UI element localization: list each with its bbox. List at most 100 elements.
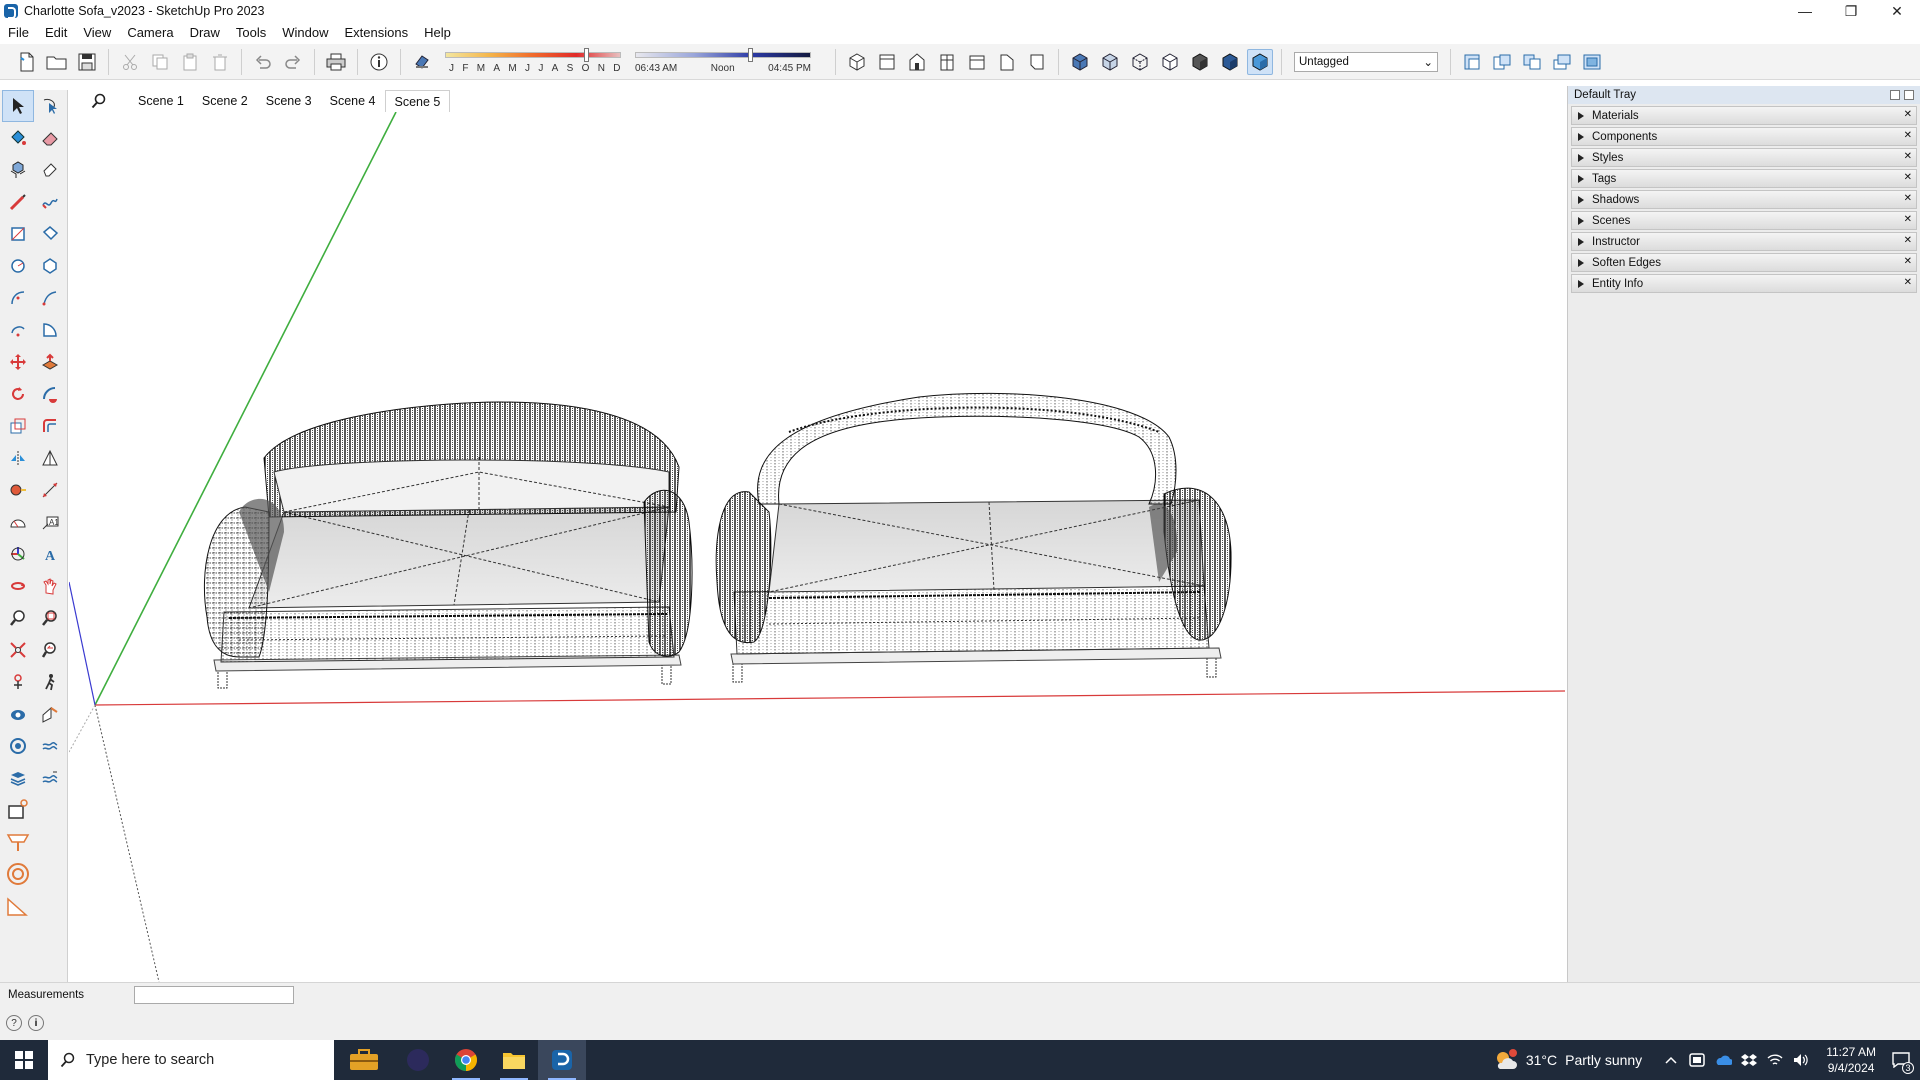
dropbox-icon[interactable] <box>1738 1049 1760 1071</box>
wireframe-style-icon[interactable] <box>1127 49 1153 75</box>
work-briefcase-icon[interactable] <box>334 1040 394 1080</box>
panel-shadows[interactable]: Shadows ✕ <box>1571 190 1917 209</box>
time-slider-thumb[interactable] <box>748 47 753 62</box>
hidden-line-style-icon[interactable] <box>1157 49 1183 75</box>
layers-icon[interactable] <box>2 762 34 794</box>
back-view-icon[interactable] <box>964 49 990 75</box>
measurements-input[interactable] <box>134 985 294 1004</box>
arc-tool-icon[interactable] <box>2 282 34 314</box>
position-camera-icon[interactable] <box>2 666 34 698</box>
taskbar-clock[interactable]: 11:27 AM 9/4/2024 <box>1826 1044 1876 1076</box>
eclipse-app-icon[interactable] <box>394 1040 442 1080</box>
wifi-icon[interactable] <box>1764 1049 1786 1071</box>
undo-icon[interactable] <box>250 49 276 75</box>
line-tool-icon[interactable] <box>2 186 34 218</box>
close-icon[interactable]: ✕ <box>1904 130 1912 141</box>
search-icon[interactable] <box>69 90 129 112</box>
close-icon[interactable]: ✕ <box>1904 214 1912 225</box>
zoom-tool-icon[interactable] <box>2 602 34 634</box>
time-slider[interactable]: 06:43 AM Noon 04:45 PM <box>633 46 813 78</box>
sofa-right[interactable] <box>715 392 1232 683</box>
menu-file[interactable]: File <box>0 22 37 44</box>
warehouse-icon[interactable] <box>2 730 34 762</box>
panel-styles[interactable]: Styles ✕ <box>1571 148 1917 167</box>
eraser-icon[interactable] <box>34 122 66 154</box>
position-camera-triangle-icon[interactable] <box>34 442 66 474</box>
display-section-cuts-icon[interactable] <box>1519 49 1545 75</box>
tag-dropdown[interactable]: Untagged ⌄ <box>1294 51 1438 72</box>
make-component-icon[interactable] <box>2 154 34 186</box>
pan-tool-icon[interactable] <box>34 570 66 602</box>
panel-materials[interactable]: Materials ✕ <box>1571 106 1917 125</box>
walk-tool-icon[interactable] <box>34 666 66 698</box>
month-slider[interactable]: J F M A M J J A S O N D <box>443 46 623 78</box>
month-slider-thumb[interactable] <box>584 47 589 62</box>
move-tool-icon[interactable] <box>2 346 34 378</box>
close-icon[interactable]: ✕ <box>1904 172 1912 183</box>
tab-scene-5[interactable]: Scene 5 <box>384 90 451 112</box>
tag-eraser-icon[interactable] <box>34 154 66 186</box>
close-icon[interactable] <box>1904 90 1914 100</box>
close-icon[interactable]: ✕ <box>1904 193 1912 204</box>
orbit-tool-icon[interactable] <box>2 570 34 602</box>
section-plane-icon[interactable] <box>1459 49 1485 75</box>
select-tool-icon[interactable] <box>2 90 34 122</box>
panel-entity-info[interactable]: Entity Info ✕ <box>1571 274 1917 293</box>
dimension-tool-icon[interactable] <box>34 474 66 506</box>
minimize-button[interactable]: — <box>1782 0 1828 22</box>
previous-view-icon[interactable] <box>34 634 66 666</box>
pie-tool-icon[interactable] <box>34 314 66 346</box>
ruler-angle-icon[interactable] <box>0 890 64 922</box>
protractor-icon[interactable] <box>2 506 34 538</box>
display-section-planes-icon[interactable] <box>1489 49 1515 75</box>
3d-text-icon[interactable]: A <box>34 538 66 570</box>
look-around-icon[interactable] <box>2 698 34 730</box>
menu-tools[interactable]: Tools <box>228 22 274 44</box>
three-point-arc-icon[interactable] <box>2 314 34 346</box>
zoom-extents-icon[interactable] <box>2 634 34 666</box>
meet-now-icon[interactable] <box>1686 1049 1708 1071</box>
windows-start-icon[interactable] <box>0 1040 48 1080</box>
redo-icon[interactable] <box>280 49 306 75</box>
close-icon[interactable]: ✕ <box>1904 277 1912 288</box>
menu-window[interactable]: Window <box>274 22 336 44</box>
copy-icon[interactable] <box>147 49 173 75</box>
back-edges-style-icon[interactable] <box>1097 49 1123 75</box>
paint-tray-icon[interactable] <box>0 826 64 858</box>
model-viewport[interactable] <box>69 112 1565 982</box>
tab-scene-3[interactable]: Scene 3 <box>257 90 321 112</box>
panel-scenes[interactable]: Scenes ✕ <box>1571 211 1917 230</box>
model-info-icon[interactable] <box>366 49 392 75</box>
volume-icon[interactable] <box>1790 1049 1812 1071</box>
two-point-arc-icon[interactable] <box>34 282 66 314</box>
display-section-fill-icon[interactable] <box>1549 49 1575 75</box>
terrain-icon[interactable] <box>34 762 66 794</box>
flip-tool-icon[interactable] <box>2 442 34 474</box>
push-pull-icon[interactable] <box>34 346 66 378</box>
camera-scene-icon[interactable] <box>0 794 64 826</box>
delete-icon[interactable] <box>207 49 233 75</box>
text-tool-icon[interactable]: A1 <box>34 506 66 538</box>
onedrive-icon[interactable] <box>1712 1049 1734 1071</box>
zoom-window-icon[interactable] <box>34 602 66 634</box>
menu-extensions[interactable]: Extensions <box>337 22 417 44</box>
cut-icon[interactable] <box>117 49 143 75</box>
close-icon[interactable]: ✕ <box>1904 235 1912 246</box>
tab-scene-1[interactable]: Scene 1 <box>129 90 193 112</box>
follow-me-icon[interactable] <box>34 378 66 410</box>
info-icon[interactable]: i <box>28 1015 44 1031</box>
front-view-icon[interactable] <box>904 49 930 75</box>
close-icon[interactable]: ✕ <box>1904 109 1912 120</box>
bottom-view-icon[interactable] <box>1024 49 1050 75</box>
paste-icon[interactable] <box>177 49 203 75</box>
chrome-icon[interactable] <box>442 1040 490 1080</box>
model-canvas[interactable] <box>69 112 1565 982</box>
shaded-style-icon[interactable] <box>1187 49 1213 75</box>
menu-view[interactable]: View <box>75 22 119 44</box>
paint-bucket-icon[interactable] <box>2 122 34 154</box>
weather-widget[interactable]: 1 31°C Partly sunny <box>1494 1049 1642 1071</box>
scale-tool-icon[interactable] <box>2 410 34 442</box>
file-explorer-icon[interactable] <box>490 1040 538 1080</box>
new-file-icon[interactable] <box>14 49 40 75</box>
close-icon[interactable]: ✕ <box>1904 256 1912 267</box>
